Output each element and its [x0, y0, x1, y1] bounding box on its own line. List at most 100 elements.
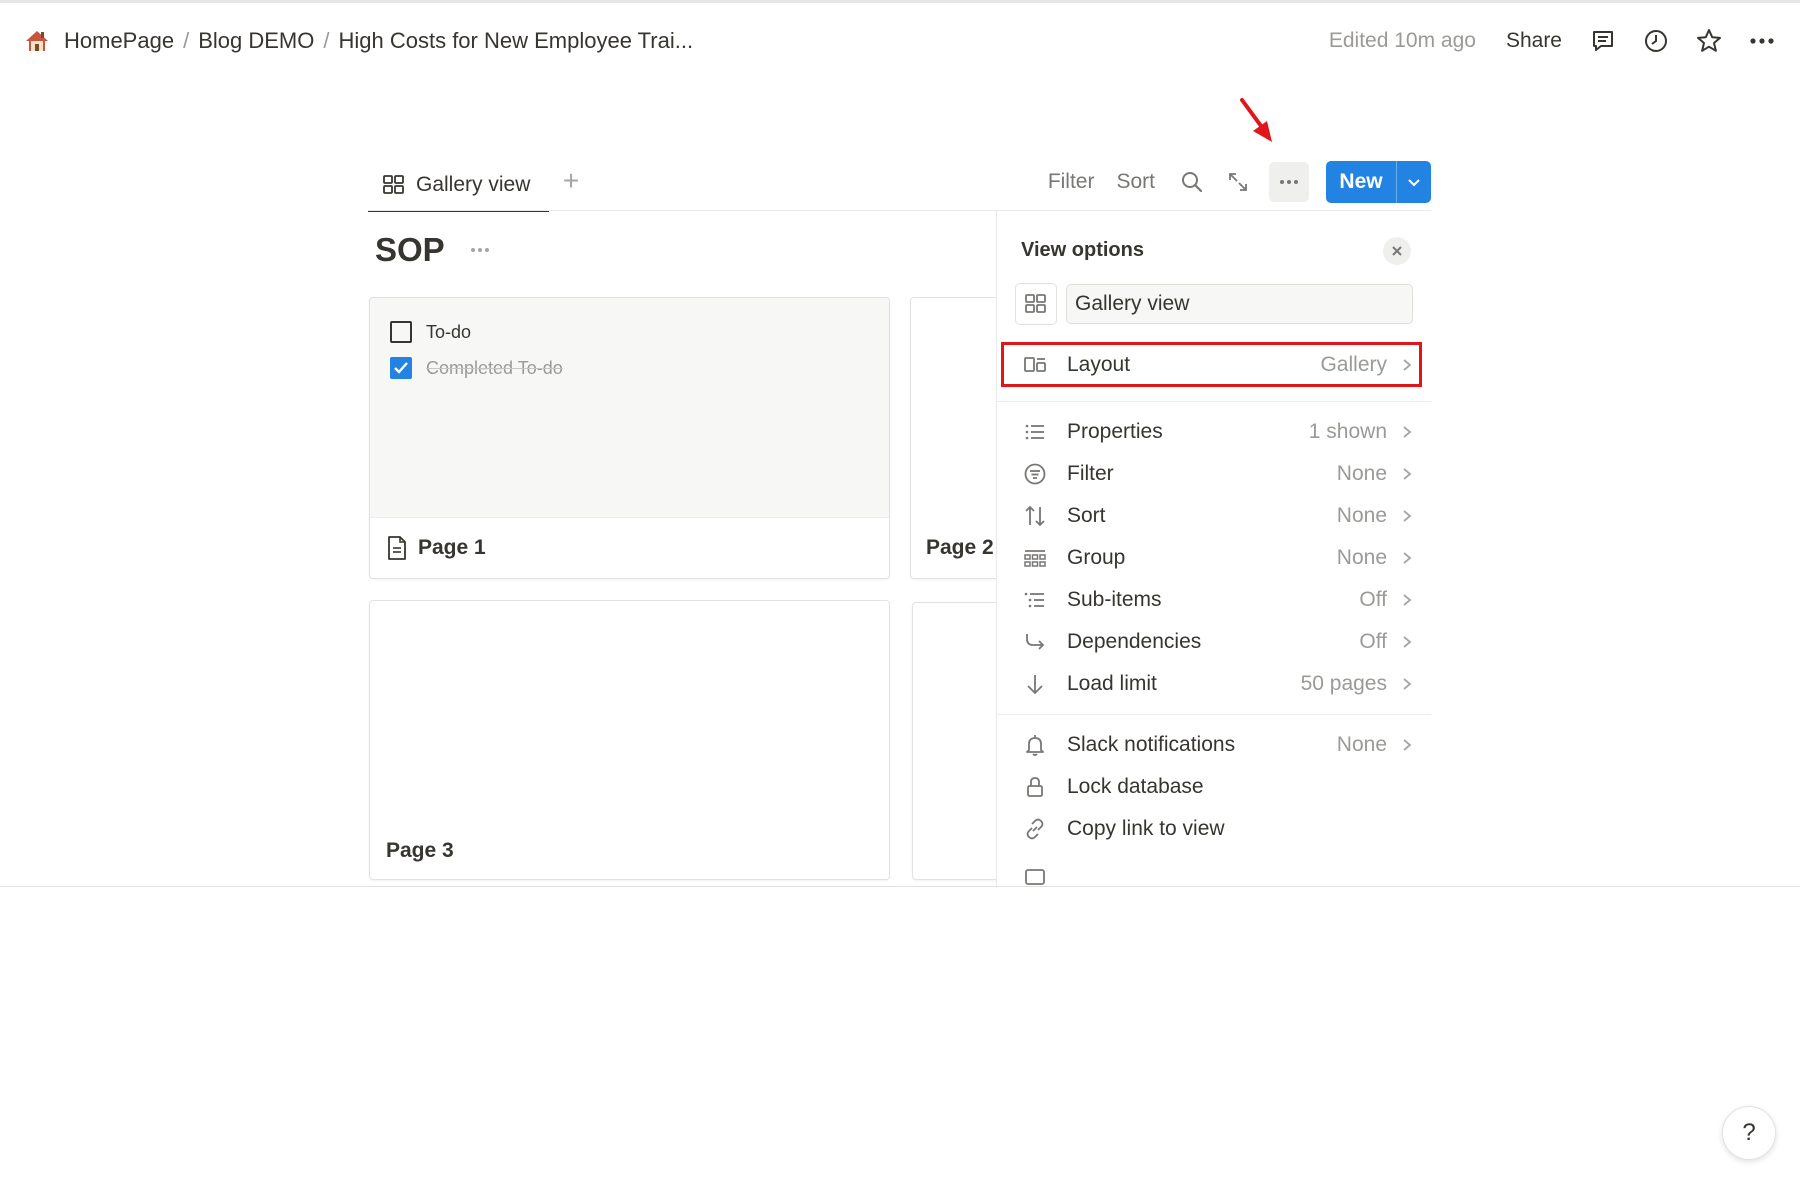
option-value: Off — [1359, 588, 1387, 611]
chevron-right-icon — [1403, 594, 1412, 606]
option-label: Group — [1067, 546, 1126, 569]
sort-button[interactable]: Sort — [1116, 170, 1155, 194]
chevron-down-icon[interactable] — [1396, 161, 1431, 203]
filter-icon — [1021, 460, 1049, 488]
house-icon — [24, 28, 50, 54]
option-label: Sort — [1067, 504, 1106, 527]
option-label: Properties — [1067, 420, 1163, 443]
option-label: Sub-items — [1067, 588, 1162, 611]
option-label: Copy link to view — [1067, 817, 1225, 840]
chevron-right-icon — [1403, 552, 1412, 564]
chevron-right-icon — [1403, 739, 1412, 751]
list-icon — [1021, 418, 1049, 446]
option-value: None — [1336, 504, 1387, 527]
option-cut-off[interactable] — [1021, 859, 1413, 886]
option-copy-link[interactable]: Copy link to view — [1021, 809, 1413, 849]
todo-label: Completed To-do — [426, 357, 563, 378]
new-button[interactable]: New — [1326, 161, 1396, 203]
close-icon[interactable] — [1383, 237, 1411, 265]
tab-gallery-view[interactable]: Gallery view — [368, 160, 549, 212]
option-label: Dependencies — [1067, 630, 1202, 653]
option-label: Load limit — [1067, 672, 1157, 695]
bell-icon — [1021, 731, 1049, 759]
chevron-right-icon — [1403, 510, 1412, 522]
clock-icon[interactable] — [1641, 26, 1671, 56]
option-filter[interactable]: Filter None — [1021, 454, 1413, 494]
more-icon[interactable] — [465, 235, 495, 265]
gallery-card-page-4[interactable] — [912, 602, 996, 880]
card-title-row: Page 3 — [370, 821, 889, 879]
card-preview — [911, 298, 996, 518]
checkbox-checked[interactable] — [390, 357, 412, 379]
breadcrumb-current-page[interactable]: High Costs for New Employee Trai... — [338, 28, 693, 54]
annotation-highlight-box — [1001, 342, 1422, 387]
todo-item: To-do — [390, 314, 869, 350]
expand-icon[interactable] — [1223, 167, 1253, 197]
gallery-grid: To-do Completed To-do Page 1 Page 2 Page… — [360, 290, 996, 888]
page-icon — [388, 536, 406, 560]
todo-item: Completed To-do — [390, 350, 869, 386]
top-bar: HomePage / Blog DEMO / High Costs for Ne… — [0, 3, 1800, 73]
chevron-right-icon — [1403, 678, 1412, 690]
share-button[interactable]: Share — [1506, 29, 1562, 53]
breadcrumb-separator: / — [183, 28, 190, 53]
gallery-card-page-1[interactable]: To-do Completed To-do Page 1 — [369, 297, 890, 579]
chevron-right-icon — [1403, 468, 1412, 480]
gallery-card-page-2[interactable]: Page 2 — [910, 297, 996, 579]
gallery-card-page-3[interactable]: Page 3 — [369, 600, 890, 880]
view-more-button[interactable] — [1269, 162, 1309, 202]
sub-items-icon — [1021, 586, 1049, 614]
view-name-input[interactable] — [1066, 284, 1413, 324]
option-label: Slack notifications — [1067, 733, 1236, 756]
check-icon — [394, 362, 408, 374]
option-load-limit[interactable]: Load limit 50 pages — [1021, 664, 1413, 704]
database-title[interactable]: SOP — [375, 231, 445, 269]
help-button[interactable]: ? — [1722, 1106, 1776, 1160]
breadcrumb: HomePage / Blog DEMO / High Costs for Ne… — [24, 23, 693, 59]
view-options-panel: View options Layout Gallery Properties — [996, 211, 1431, 886]
database-header: SOP — [375, 228, 495, 272]
breadcrumb-homepage[interactable]: HomePage — [64, 28, 174, 54]
arrow-down-icon — [1021, 670, 1049, 698]
breadcrumb-blog-demo[interactable]: Blog DEMO — [198, 28, 314, 54]
checkbox[interactable] — [390, 321, 412, 343]
page-bottom-divider — [0, 886, 1800, 887]
option-group[interactable]: Group None — [1021, 538, 1413, 578]
search-icon[interactable] — [1177, 167, 1207, 197]
option-sub-items[interactable]: Sub-items Off — [1021, 580, 1413, 620]
option-dependencies[interactable]: Dependencies Off — [1021, 622, 1413, 662]
card-title: Page 2 — [926, 536, 994, 559]
option-value: None — [1336, 462, 1387, 485]
comment-icon[interactable] — [1588, 26, 1618, 56]
add-view-button[interactable]: + — [556, 165, 586, 196]
panel-divider — [997, 401, 1431, 402]
panel-divider — [997, 714, 1431, 715]
option-value: Off — [1359, 630, 1387, 653]
breadcrumb-separator: / — [323, 28, 330, 53]
star-icon[interactable] — [1694, 26, 1724, 56]
option-properties[interactable]: Properties 1 shown — [1021, 412, 1413, 452]
link-icon — [1021, 815, 1049, 843]
option-slack-notifications[interactable]: Slack notifications None — [1021, 725, 1413, 765]
card-preview — [913, 603, 996, 823]
card-title-row — [913, 823, 996, 879]
top-actions: Edited 10m ago Share — [1329, 21, 1800, 61]
gallery-icon[interactable] — [1015, 283, 1057, 325]
edited-timestamp[interactable]: Edited 10m ago — [1329, 29, 1476, 53]
more-icon — [1280, 180, 1298, 184]
new-button-group: New — [1326, 161, 1431, 203]
duplicate-icon — [1021, 865, 1049, 886]
card-title-row: Page 2 — [911, 518, 996, 578]
lock-icon — [1021, 773, 1049, 801]
option-lock-database[interactable]: Lock database — [1021, 767, 1413, 807]
card-title: Page 1 — [418, 536, 486, 559]
card-preview: To-do Completed To-do — [370, 298, 889, 518]
card-preview — [370, 601, 889, 821]
todo-label: To-do — [426, 321, 472, 342]
tab-gallery-view-label: Gallery view — [416, 173, 531, 196]
more-icon[interactable] — [1747, 26, 1777, 56]
option-sort[interactable]: Sort None — [1021, 496, 1413, 536]
option-value: None — [1336, 733, 1387, 756]
card-title-row: Page 1 — [370, 518, 889, 578]
filter-button[interactable]: Filter — [1048, 170, 1095, 194]
